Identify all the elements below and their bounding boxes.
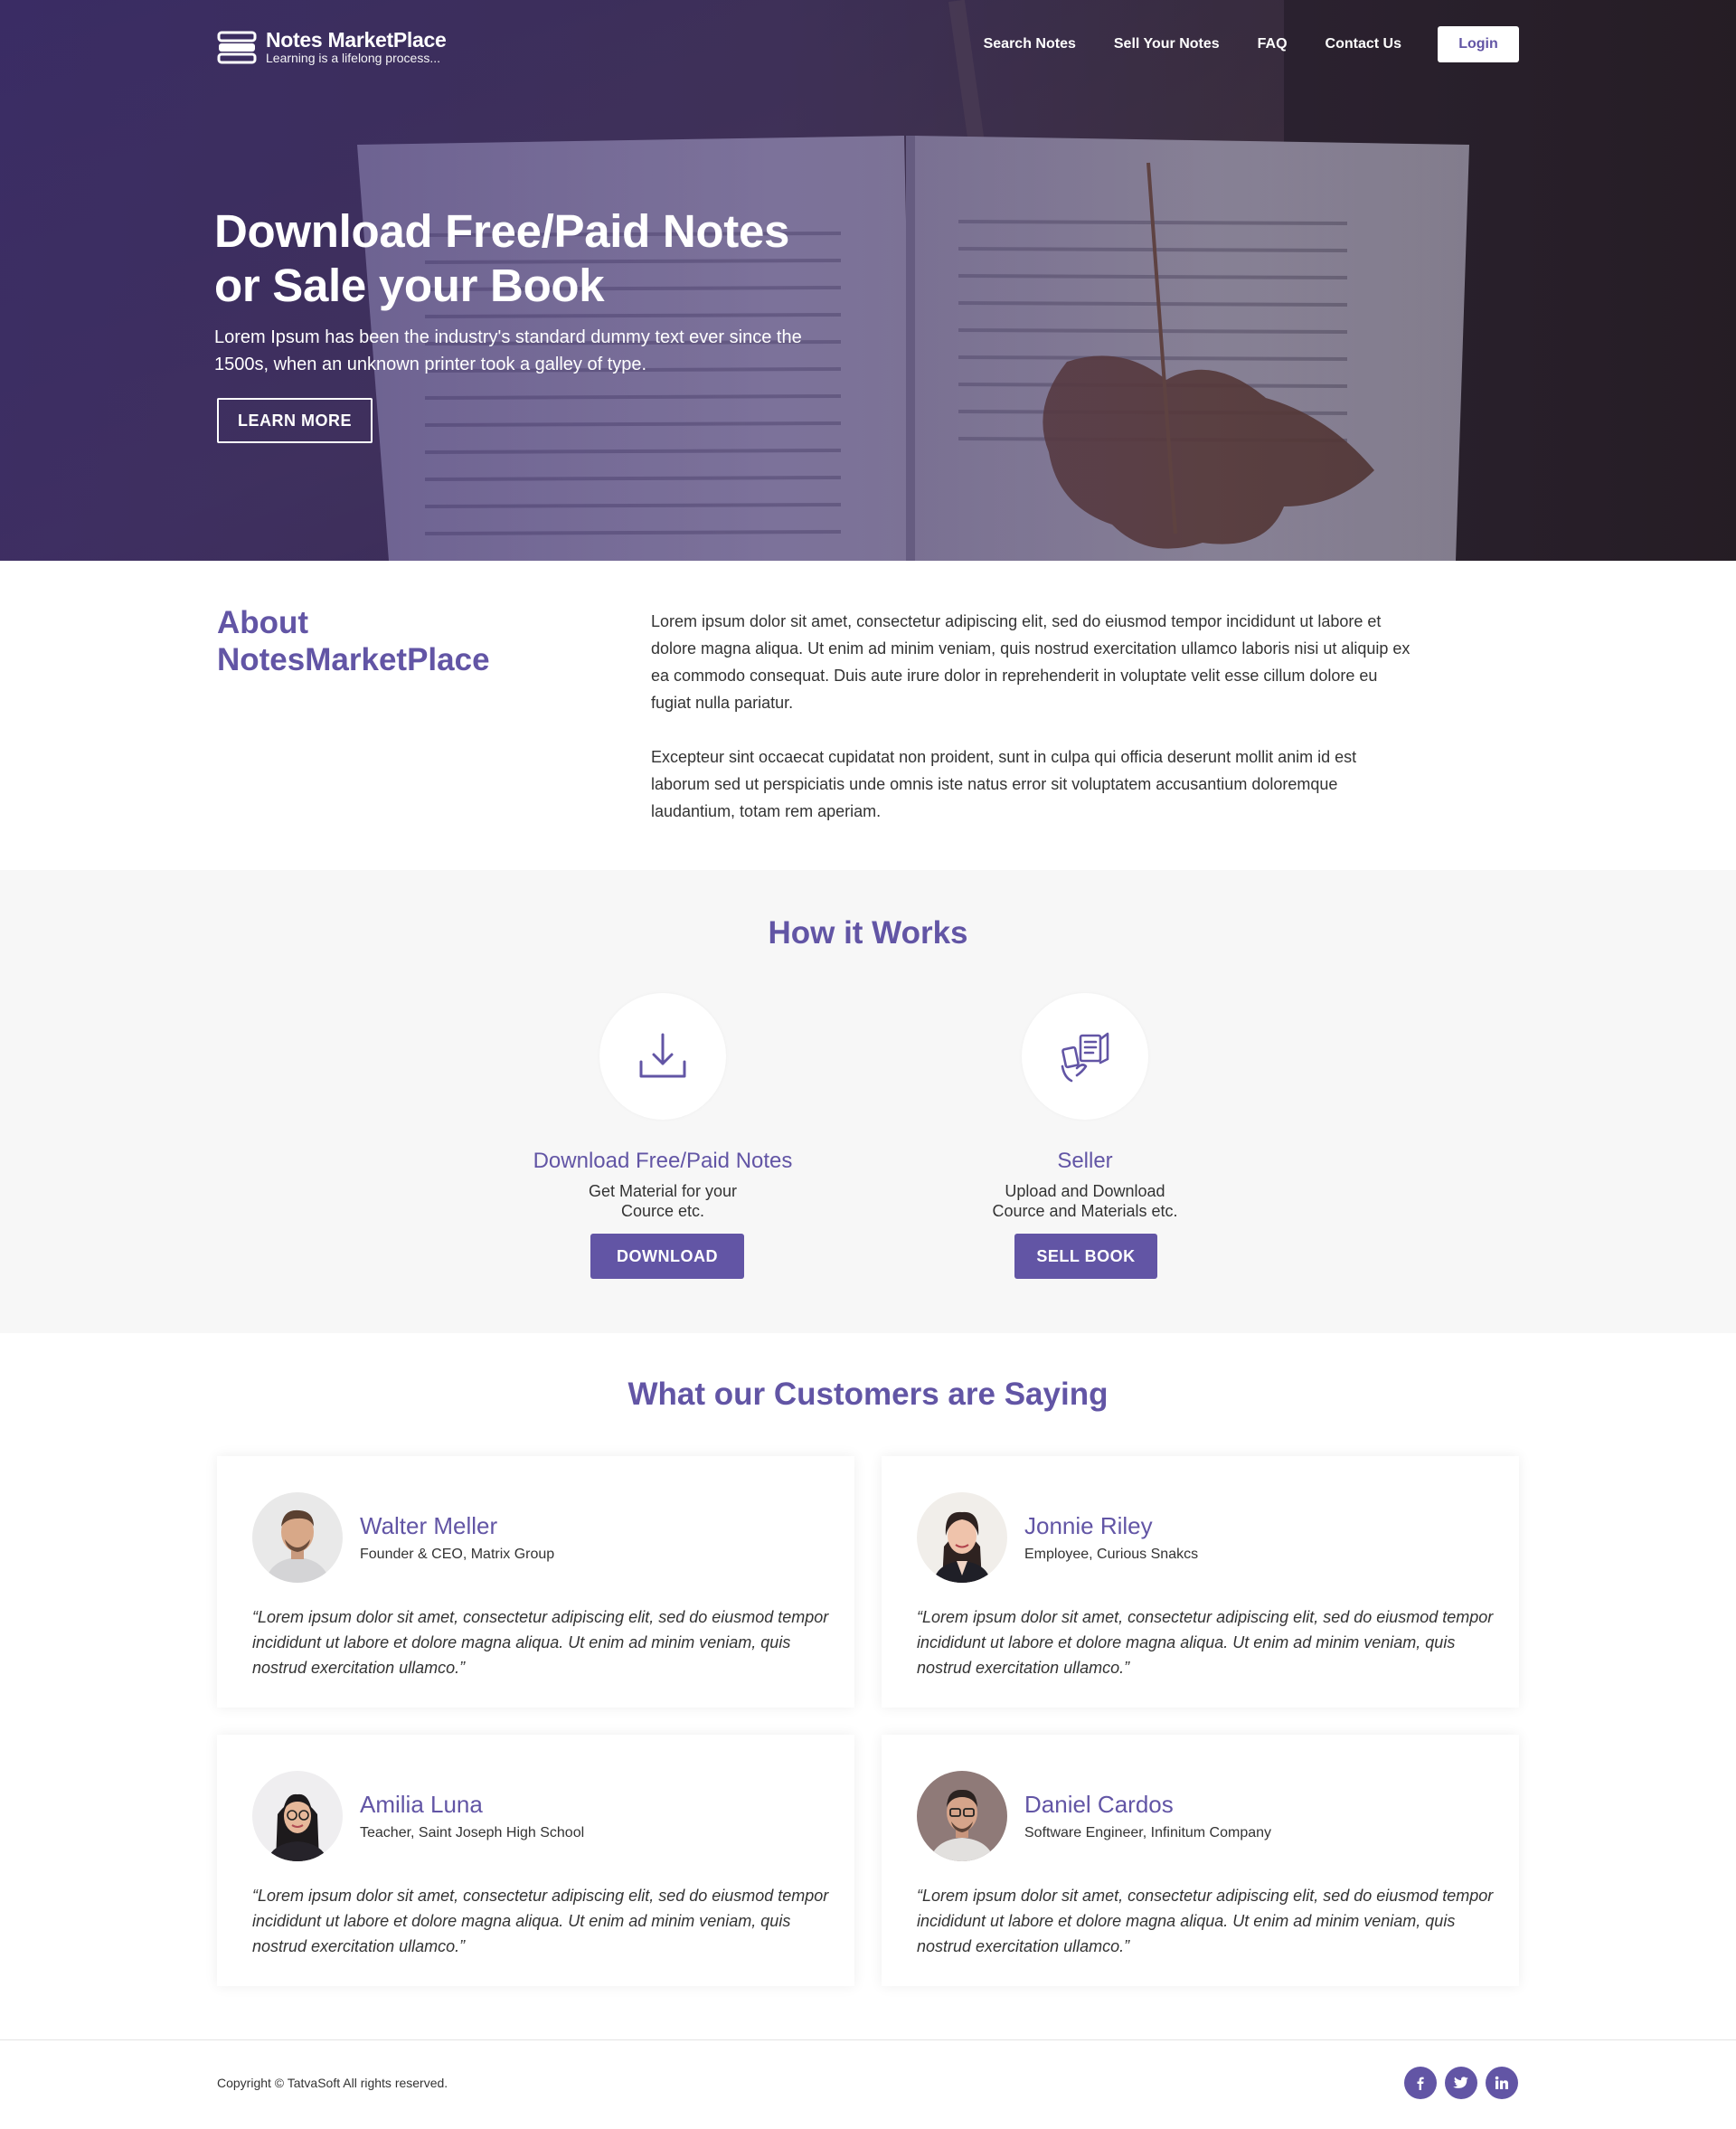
nav-contact-us[interactable]: Contact Us (1326, 36, 1401, 52)
step-seller-desc: Upload and Download Cource and Materials… (992, 1182, 1178, 1220)
about-title-line2: NotesMarketPlace (217, 642, 490, 677)
testimonial-name: Amilia Luna (360, 1791, 483, 1818)
avatar (917, 1771, 1007, 1861)
hero-description: Lorem Ipsum has been the industry's stan… (214, 327, 802, 374)
nav-menu: Search Notes Sell Your Notes FAQ Contact… (946, 25, 1519, 63)
linkedin-icon (1495, 2076, 1508, 2089)
hero-title-line1: Download Free/Paid Notes (214, 205, 790, 257)
sell-book-icon (1061, 1032, 1109, 1083)
twitter-link[interactable] (1445, 2067, 1477, 2099)
nav-faq[interactable]: FAQ (1258, 36, 1288, 52)
nav-search-notes[interactable]: Search Notes (984, 36, 1076, 52)
about-title: About NotesMarketPlace (217, 604, 597, 678)
sell-book-button[interactable]: SELL BOOK (1014, 1234, 1157, 1279)
avatar (252, 1771, 343, 1861)
testimonial-quote: “Lorem ipsum dolor sit amet, consectetur… (252, 1887, 829, 1955)
facebook-icon (1417, 2077, 1424, 2090)
testimonial-role: Founder & CEO, Matrix Group (360, 1547, 555, 1562)
twitter-icon (1453, 2077, 1468, 2088)
avatar-amilia-image (252, 1771, 343, 1861)
download-button[interactable]: DOWNLOAD (590, 1234, 744, 1279)
step-download-title: Download Free/Paid Notes (533, 1149, 793, 1173)
step-download: Download Free/Paid Notes Get Material fo… (527, 993, 798, 1221)
hero-title-line2: or Sale your Book (214, 260, 605, 311)
testimonial-quote: “Lorem ipsum dolor sit amet, consectetur… (917, 1608, 1494, 1677)
about-title-line1: About (217, 605, 309, 640)
avatar-walter-image (252, 1492, 343, 1583)
avatar (917, 1492, 1007, 1583)
about-paragraph-2: Excepteur sint occaecat cupidatat non pr… (651, 748, 1357, 820)
social-links (1404, 2067, 1526, 2099)
testimonial-quote: “Lorem ipsum dolor sit amet, consectetur… (252, 1608, 829, 1677)
testimonial-name: Daniel Cardos (1024, 1791, 1174, 1818)
copyright-text: Copyright © TatvaSoft All rights reserve… (217, 2076, 448, 2090)
testimonial-quote: “Lorem ipsum dolor sit amet, consectetur… (917, 1887, 1494, 1955)
step-download-desc: Get Material for your Cource etc. (588, 1182, 738, 1220)
hero-banner: Notes MarketPlace Learning is a lifelong… (0, 0, 1736, 561)
brand-name: Notes MarketPlace (266, 28, 447, 52)
avatar (252, 1492, 343, 1583)
testimonial-card: Walter Meller Founder & CEO, Matrix Grou… (217, 1456, 854, 1708)
nav-sell-notes[interactable]: Sell Your Notes (1114, 36, 1220, 52)
facebook-link[interactable] (1404, 2067, 1437, 2099)
step-seller: Seller Upload and Download Cource and Ma… (949, 993, 1221, 1221)
how-it-works-title: How it Works (768, 915, 968, 951)
login-button[interactable]: Login (1438, 26, 1519, 62)
testimonials-title: What our Customers are Saying (627, 1377, 1109, 1412)
testimonial-name: Walter Meller (360, 1512, 498, 1539)
avatar-jonnie-image (917, 1492, 1007, 1583)
logo[interactable]: Notes MarketPlace Learning is a lifelong… (217, 28, 447, 66)
step-seller-title: Seller (1057, 1149, 1113, 1173)
about-paragraph-1: Lorem ipsum dolor sit amet, consectetur … (651, 612, 1410, 712)
testimonial-role: Software Engineer, Infinitum Company (1024, 1825, 1272, 1840)
navbar: Notes MarketPlace Learning is a lifelong… (217, 25, 1519, 65)
testimonial-card: Amilia Luna Teacher, Saint Joseph High S… (217, 1735, 854, 1986)
testimonial-name: Jonnie Riley (1024, 1512, 1153, 1539)
testimonial-card: Daniel Cardos Software Engineer, Infinit… (882, 1735, 1519, 1986)
footer-divider (0, 2039, 1736, 2040)
step-seller-circle (1022, 993, 1148, 1120)
testimonial-role: Employee, Curious Snakcs (1024, 1547, 1199, 1562)
books-logo-icon (217, 31, 257, 63)
brand-tagline: Learning is a lifelong process... (266, 51, 440, 65)
step-download-circle (599, 993, 726, 1120)
download-icon (639, 1033, 686, 1078)
about-text: Lorem ipsum dolor sit amet, consectetur … (651, 608, 1420, 825)
how-it-works-section: How it Works Download Free/Paid Notes Ge… (0, 870, 1736, 1333)
hero-content: Download Free/Paid Notes or Sale your Bo… (214, 204, 865, 378)
hero-title: Download Free/Paid Notes or Sale your Bo… (214, 204, 865, 313)
learn-more-button[interactable]: LEARN MORE (217, 398, 373, 443)
testimonial-card: Jonnie Riley Employee, Curious Snakcs “L… (882, 1456, 1519, 1708)
avatar-daniel-image (917, 1771, 1007, 1861)
testimonial-role: Teacher, Saint Joseph High School (360, 1825, 585, 1840)
linkedin-link[interactable] (1486, 2067, 1518, 2099)
